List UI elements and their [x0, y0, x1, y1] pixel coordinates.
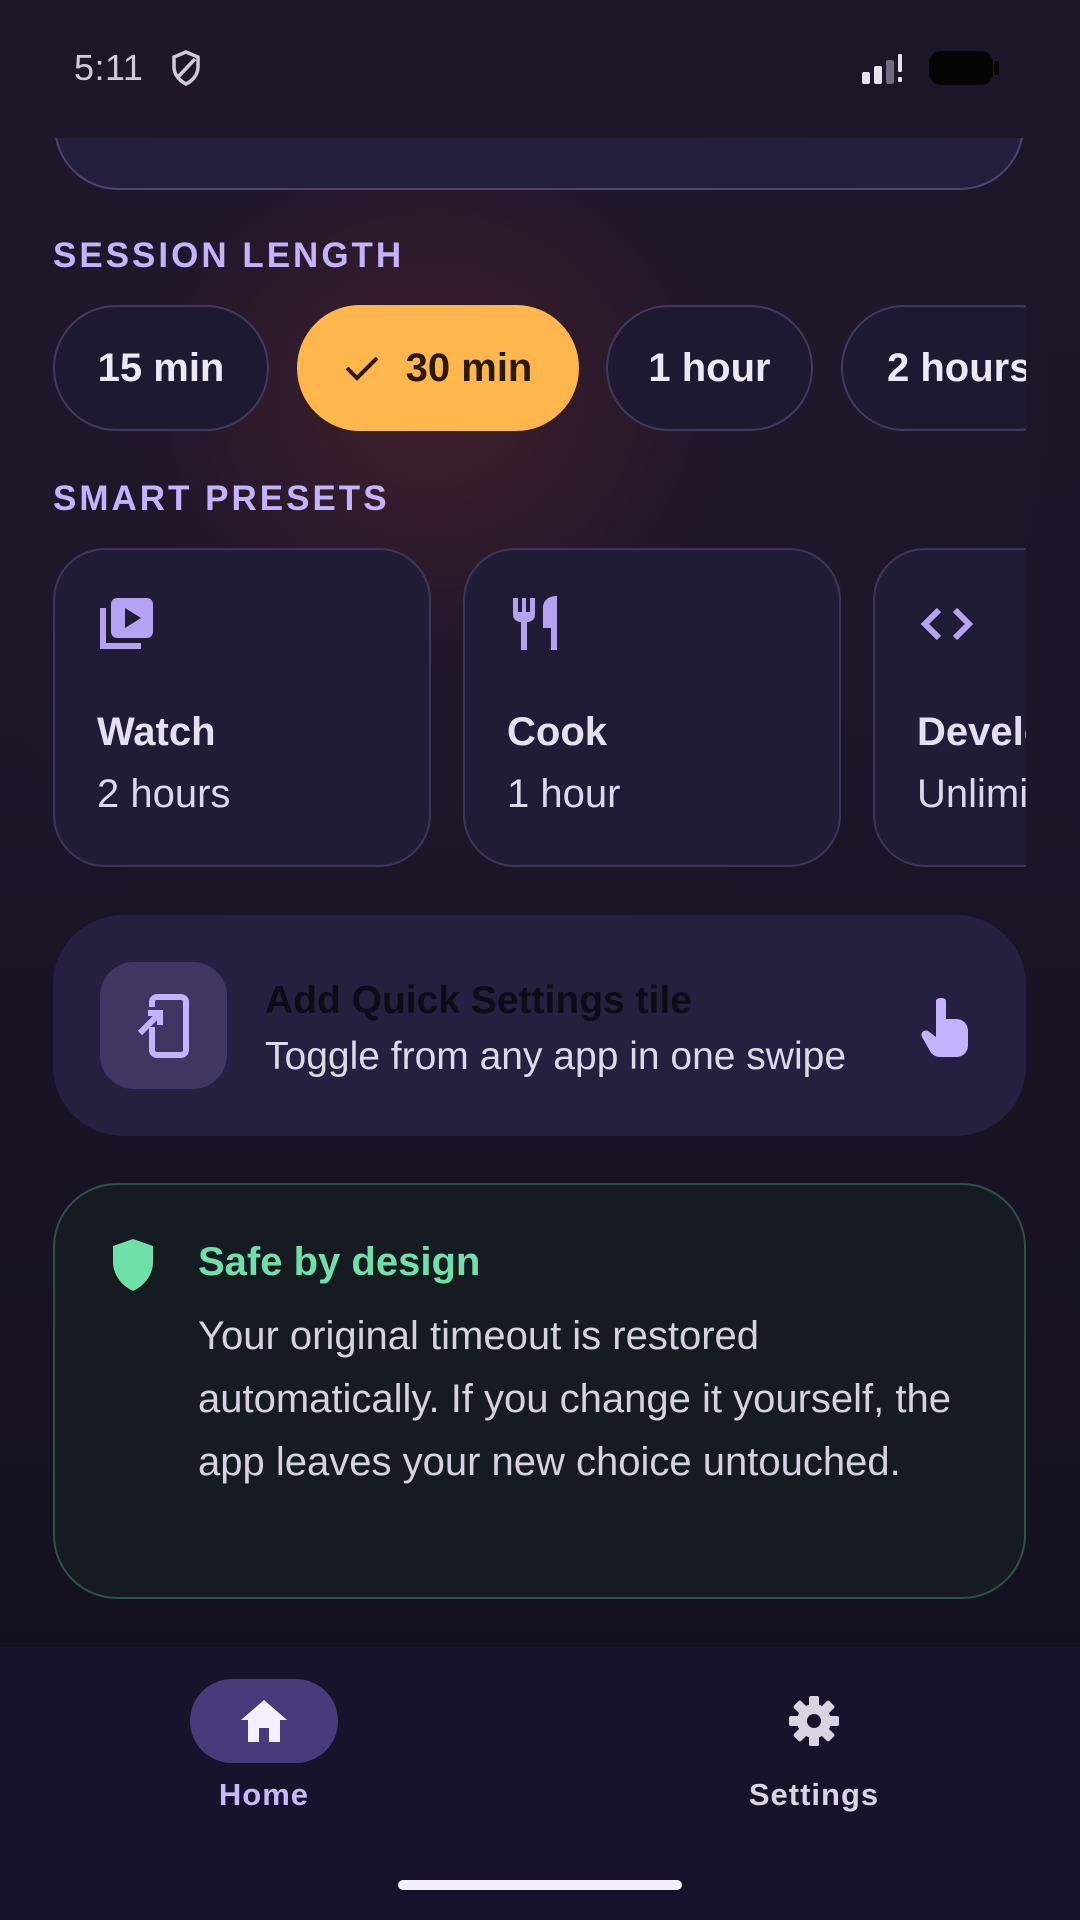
- preset-card-cook[interactable]: Cook 1 hour: [463, 548, 841, 867]
- home-icon: [241, 1700, 287, 1742]
- code-icon: [920, 607, 974, 641]
- chip-1-hour[interactable]: 1 hour: [606, 305, 813, 431]
- nav-settings-pill: [740, 1679, 888, 1763]
- preset-card-watch[interactable]: Watch 2 hours: [53, 548, 431, 867]
- preset-title: Cook: [507, 710, 607, 754]
- nav-home[interactable]: Home: [164, 1679, 364, 1813]
- preset-card-develop[interactable]: Develop Unlimited: [873, 548, 1026, 867]
- video-library-icon: [100, 598, 153, 649]
- touch-icon: [921, 998, 968, 1057]
- check-icon: [344, 354, 380, 382]
- battery-icon: [929, 50, 999, 85]
- smart-presets-list: Watch 2 hours Cook 1 hour Develop Unlimi…: [53, 548, 1026, 868]
- shield-outline-icon: [172, 49, 201, 86]
- tile-subtitle: Toggle from any app in one swipe: [265, 1035, 847, 1078]
- preset-duration: 2 hours: [97, 772, 231, 816]
- preset-title: Watch: [97, 710, 216, 754]
- preset-duration: 1 hour: [507, 772, 621, 816]
- tile-title: Add Quick Settings tile: [265, 979, 692, 1022]
- add-to-screen-icon: [137, 993, 189, 1058]
- status-bar: 5:11: [0, 0, 1080, 135]
- smart-presets-label: SMART PRESETS: [53, 479, 390, 518]
- nav-home-pill: [190, 1679, 338, 1763]
- signal-icon: [862, 53, 902, 84]
- safe-by-design-card: Safe by design Your original timeout is …: [53, 1183, 1026, 1599]
- preset-title: Develop: [917, 710, 1026, 754]
- nav-settings-label: Settings: [748, 1777, 880, 1812]
- session-length-label: SESSION LENGTH: [53, 236, 405, 275]
- safe-title: Safe by design: [198, 1240, 481, 1284]
- chip-15-min[interactable]: 15 min: [53, 305, 269, 431]
- gear-icon: [789, 1696, 839, 1746]
- nav-settings[interactable]: Settings: [714, 1679, 914, 1813]
- tile-icon-container: [100, 962, 227, 1089]
- session-length-chips: 15 min 30 min 1 hour 2 hours: [53, 305, 1026, 433]
- nav-home-label: Home: [218, 1777, 310, 1812]
- shield-icon: [113, 1239, 153, 1291]
- chip-30-min[interactable]: 30 min: [297, 305, 579, 431]
- status-time: 5:11: [74, 46, 144, 88]
- home-indicator[interactable]: [398, 1880, 682, 1890]
- safe-body: Your original timeout is restored automa…: [198, 1314, 951, 1484]
- add-quick-settings-tile-card[interactable]: Add Quick Settings tile Toggle from any …: [53, 915, 1026, 1136]
- chip-2-hours[interactable]: 2 hours: [841, 305, 1026, 431]
- fork-knife-icon: [513, 596, 557, 650]
- preset-duration: Unlimited: [917, 772, 1026, 816]
